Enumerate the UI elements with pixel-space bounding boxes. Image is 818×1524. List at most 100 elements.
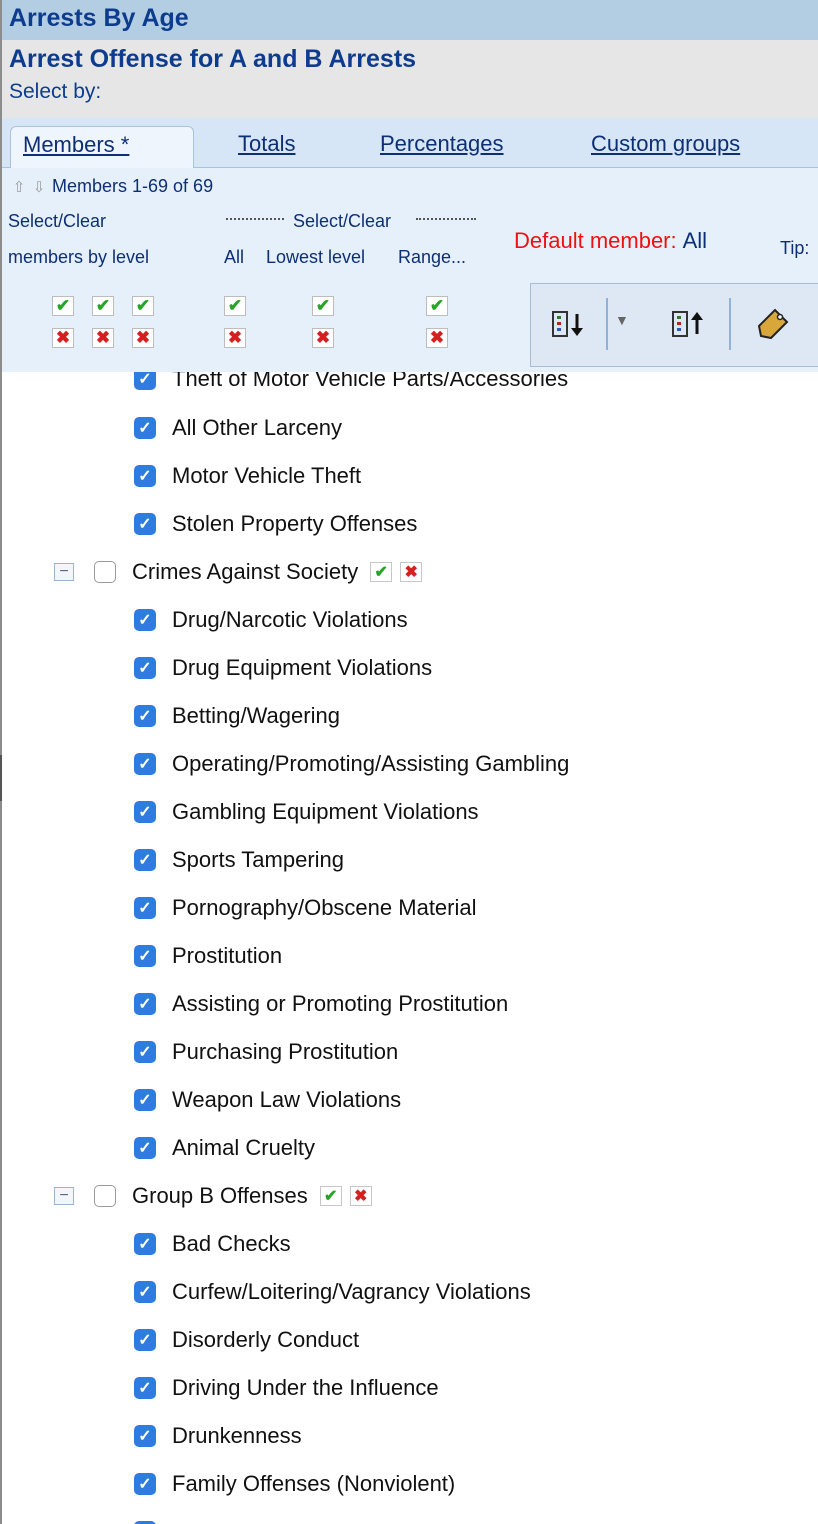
tree-item[interactable]: ✓ Driving Under the Influence xyxy=(2,1368,439,1408)
tree-item-label: Purchasing Prostitution xyxy=(172,1039,399,1064)
tree-item[interactable]: ✓ Family Offenses (Nonviolent) xyxy=(2,1464,455,1504)
select-range-icon[interactable]: ✔ xyxy=(426,296,448,316)
sort-ascending-icon[interactable] xyxy=(669,306,709,342)
select-level-2-icon[interactable]: ✔ xyxy=(92,296,114,316)
checkbox-checked[interactable]: ✓ xyxy=(134,1233,156,1255)
checkbox-checked[interactable]: ✓ xyxy=(134,849,156,871)
tree-item[interactable]: ✓ Prostitution xyxy=(2,936,282,976)
tree-item[interactable]: ✓ Gambling Equipment Violations xyxy=(2,792,479,832)
select-group-icon[interactable]: ✔ xyxy=(370,562,393,582)
tree-item-label: Betting/Wagering xyxy=(172,703,340,728)
tree-item-label: Drunkenness xyxy=(172,1423,302,1448)
select-all-icon[interactable]: ✔ xyxy=(224,296,246,316)
tree-item[interactable]: ✓ Assisting or Promoting Prostitution xyxy=(2,984,508,1024)
members-range: Members 1-69 of 69 xyxy=(52,176,214,196)
select-level-3-icon[interactable]: ✔ xyxy=(132,296,154,316)
tree-item[interactable]: ✓ Sports Tampering xyxy=(2,840,344,880)
select-by-label: Select by: xyxy=(9,80,102,103)
checkbox-checked[interactable]: ✓ xyxy=(134,1281,156,1303)
tree-item[interactable]: ✓ Pornography/Obscene Material xyxy=(2,888,477,928)
select-level-1-icon[interactable]: ✔ xyxy=(52,296,74,316)
members-by-level-label: members by level xyxy=(8,247,150,267)
clear-lowest-level-icon[interactable]: ✖ xyxy=(312,328,334,348)
checkbox-checked[interactable]: ✓ xyxy=(134,417,156,439)
sort-descending-icon[interactable] xyxy=(549,306,589,342)
tab-percentages[interactable]: Percentages xyxy=(368,126,516,168)
checkbox-checked[interactable]: ✓ xyxy=(134,1137,156,1159)
default-member-value[interactable]: All xyxy=(683,228,707,253)
checkbox-checked[interactable]: ✓ xyxy=(134,465,156,487)
select-group-icon[interactable]: ✔ xyxy=(319,1186,342,1206)
tree-item[interactable]: ✓ Drug Equipment Violations xyxy=(2,648,432,688)
arrow-up-icon[interactable]: ⇧ xyxy=(10,178,28,196)
tree-item[interactable]: ✓ Theft of Motor Vehicle Parts/Accessori… xyxy=(2,372,568,399)
tree-item[interactable]: ✓ All Other Larceny xyxy=(2,408,342,448)
tree-group-crimes-against-society[interactable]: − Crimes Against Society ✔ ✖ xyxy=(2,552,423,592)
member-tree: ✓ Theft of Motor Vehicle Parts/Accessori… xyxy=(2,372,818,1524)
tree-item-label: Bad Checks xyxy=(172,1231,291,1256)
arrow-down-icon[interactable]: ⇩ xyxy=(30,178,48,196)
member-controls: ⇧ ⇩ Members 1-69 of 69 Select/Clear memb… xyxy=(2,168,818,372)
tree-item[interactable]: ✓ Operating/Promoting/Assisting Gambling xyxy=(2,744,569,784)
checkbox-checked[interactable]: ✓ xyxy=(134,1089,156,1111)
toolbar-separator xyxy=(729,298,731,350)
select-lowest-level-icon[interactable]: ✔ xyxy=(312,296,334,316)
all-label: All xyxy=(224,247,245,267)
clear-level-3-icon[interactable]: ✖ xyxy=(132,328,154,348)
checkbox-checked[interactable]: ✓ xyxy=(134,705,156,727)
clear-group-icon[interactable]: ✖ xyxy=(349,1186,372,1206)
tree-item-label: Curfew/Loitering/Vagrancy Violations xyxy=(172,1279,531,1304)
clear-level-1-icon[interactable]: ✖ xyxy=(52,328,74,348)
checkbox-checked[interactable]: ✓ xyxy=(134,1041,156,1063)
tab-custom-groups[interactable]: Custom groups xyxy=(579,126,752,168)
member-pager: ⇧ ⇩ Members 1-69 of 69 xyxy=(10,176,213,197)
tab-label: Custom groups xyxy=(591,131,741,156)
checkbox-unchecked[interactable] xyxy=(94,561,116,583)
checkbox-unchecked[interactable] xyxy=(94,1185,116,1207)
tree-item-label: Theft of Motor Vehicle Parts/Accessories xyxy=(172,372,569,391)
clear-group-icon[interactable]: ✖ xyxy=(400,562,423,582)
clear-all-icon[interactable]: ✖ xyxy=(224,328,246,348)
checkbox-checked[interactable]: ✓ xyxy=(134,1377,156,1399)
checkbox-checked[interactable]: ✓ xyxy=(134,801,156,823)
tree-item-label: Family Offenses (Nonviolent) xyxy=(172,1471,456,1496)
clear-level-2-icon[interactable]: ✖ xyxy=(92,328,114,348)
checkbox-checked[interactable]: ✓ xyxy=(134,945,156,967)
tab-totals[interactable]: Totals xyxy=(226,126,307,168)
tree-item[interactable]: ✓ Bad Checks xyxy=(2,1224,291,1264)
title-bar: Arrests By Age xyxy=(2,0,818,40)
checkbox-checked[interactable]: ✓ xyxy=(134,1329,156,1351)
tree-item[interactable]: ✓ Stolen Property Offenses xyxy=(2,504,417,544)
tree-item[interactable]: ✓ Drug/Narcotic Violations xyxy=(2,600,408,640)
collapse-icon[interactable]: − xyxy=(54,563,74,581)
checkbox-checked[interactable]: ✓ xyxy=(134,609,156,631)
tree-item[interactable]: ✓ Curfew/Loitering/Vagrancy Violations xyxy=(2,1272,531,1312)
tree-item[interactable]: ✓ Drunkenness xyxy=(2,1416,302,1456)
checkbox-checked[interactable]: ✓ xyxy=(134,897,156,919)
tree-item[interactable]: ✓ Purchasing Prostitution xyxy=(2,1032,398,1072)
tree-item[interactable]: ✓ Motor Vehicle Theft xyxy=(2,456,361,496)
collapse-icon[interactable]: − xyxy=(54,1187,74,1205)
checkbox-checked[interactable]: ✓ xyxy=(134,657,156,679)
tag-icon[interactable] xyxy=(753,306,793,342)
checkbox-checked[interactable]: ✓ xyxy=(134,1425,156,1447)
member-toolbar: ▼ xyxy=(530,283,818,367)
clear-range-icon[interactable]: ✖ xyxy=(426,328,448,348)
select-clear-label: Select/Clear xyxy=(293,211,392,231)
tree-item[interactable]: ✓ Animal Cruelty xyxy=(2,1128,315,1168)
tree-group-group-b-offenses[interactable]: − Group B Offenses ✔ ✖ xyxy=(2,1176,372,1216)
tab-members[interactable]: Members * xyxy=(10,126,194,168)
checkbox-checked[interactable]: ✓ xyxy=(134,372,156,390)
chevron-down-icon[interactable]: ▼ xyxy=(615,312,629,328)
checkbox-checked[interactable]: ✓ xyxy=(134,1473,156,1495)
tree-item-label: Gambling Equipment Violations xyxy=(172,799,479,824)
tree-item[interactable]: ✓ Disorderly Conduct xyxy=(2,1320,359,1360)
tree-item[interactable]: ✓ Weapon Law Violations xyxy=(2,1080,401,1120)
tree-item[interactable]: ✓ Betting/Wagering xyxy=(2,696,340,736)
subtitle-bar: Arrest Offense for A and B Arrests Selec… xyxy=(2,40,818,118)
checkbox-checked[interactable]: ✓ xyxy=(134,993,156,1015)
checkbox-checked[interactable]: ✓ xyxy=(134,753,156,775)
tree-item-label: Disorderly Conduct xyxy=(172,1327,360,1352)
tree-item-partial[interactable]: ✓ xyxy=(2,1512,172,1524)
checkbox-checked[interactable]: ✓ xyxy=(134,513,156,535)
